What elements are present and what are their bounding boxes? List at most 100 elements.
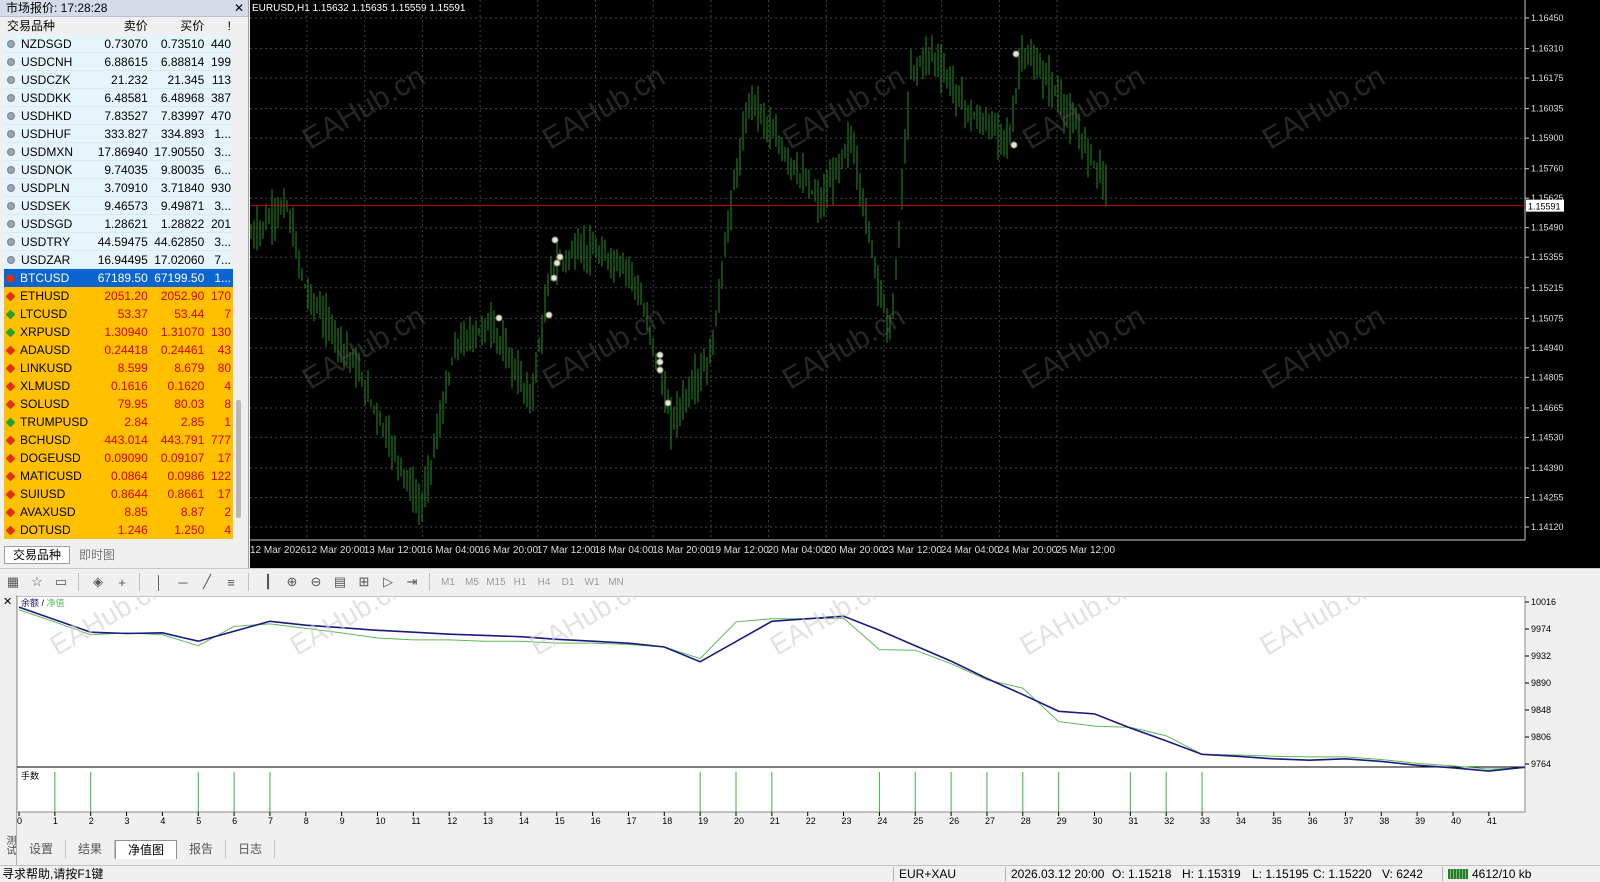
tab-report[interactable]: 报告 [177, 840, 227, 858]
symbol-cell[interactable]: SUIUSD [4, 485, 93, 503]
zoom-out-icon[interactable]: ⊖ [305, 571, 327, 593]
symbol-cell[interactable]: USDHUF [4, 125, 93, 142]
add-object-icon[interactable]: ⊞ [353, 571, 375, 593]
scrollbar-thumb[interactable] [236, 400, 241, 518]
tab-settings[interactable]: 设置 [17, 840, 67, 858]
table-row[interactable]: XRPUSD 1.30940 1.31070 130 [4, 323, 233, 341]
header-spread[interactable]: ! [204, 17, 233, 35]
symbol-cell[interactable]: USDNOK [4, 161, 93, 178]
trade-marker-icon[interactable] [656, 358, 664, 366]
line-icon[interactable]: │ [148, 571, 170, 593]
table-row[interactable]: BCHUSD 443.014 443.791 777 [4, 431, 233, 449]
eraser-icon[interactable]: ◈ [87, 571, 109, 593]
table-row[interactable]: ADAUSD 0.24418 0.24461 43 [4, 341, 233, 359]
price-chart-canvas[interactable]: 1.16450 1.16310 1.16175 1.16035 1.15900 1.157… [250, 0, 1600, 568]
symbol-cell[interactable]: LTCUSD [4, 305, 93, 323]
hline-icon[interactable]: ─ [172, 571, 194, 593]
table-row[interactable]: USDPLN 3.70910 3.71840 930 [4, 179, 233, 197]
tab-symbols[interactable]: 交易品种 [4, 546, 71, 564]
timeframe-h1-button[interactable]: H1 [508, 577, 532, 588]
table-row[interactable]: USDSGD 1.28621 1.28822 201 [4, 215, 233, 233]
table-row[interactable]: USDSEK 9.46573 9.49871 3... [4, 197, 233, 215]
table-row[interactable]: USDMXN 17.86940 17.90550 3... [4, 143, 233, 161]
chart-shift-icon[interactable]: ⇥ [401, 571, 423, 593]
symbol-cell[interactable]: USDTRY [4, 233, 93, 250]
symbol-cell[interactable]: MATICUSD [4, 467, 93, 485]
timeframe-m15-button[interactable]: M15 [484, 577, 508, 588]
trade-marker-icon[interactable] [656, 366, 664, 374]
trade-marker-icon[interactable] [495, 314, 503, 322]
channel-icon[interactable]: ≡ [220, 571, 242, 593]
trade-marker-icon[interactable] [545, 311, 553, 319]
table-row[interactable]: USDDKK 6.48581 6.48968 387 [4, 89, 233, 107]
trade-marker-icon[interactable] [656, 351, 664, 359]
symbol-cell[interactable]: USDMXN [4, 143, 93, 160]
table-row[interactable]: DOTUSD 1.246 1.250 4 [4, 521, 233, 539]
trade-marker-icon[interactable] [1010, 141, 1018, 149]
scrollbar[interactable] [234, 17, 244, 526]
table-row[interactable]: USDHKD 7.83527 7.83997 470 [4, 107, 233, 125]
timeframe-m1-button[interactable]: M1 [436, 577, 460, 588]
crosshair-icon[interactable]: + [111, 571, 133, 593]
table-row[interactable]: SUIUSD 0.8644 0.8661 17 [4, 485, 233, 503]
new-chart-icon[interactable]: ▦ [2, 571, 24, 593]
window-icon[interactable]: ▭ [50, 571, 72, 593]
symbol-cell[interactable]: NZDSGD [4, 35, 93, 52]
symbol-cell[interactable]: ETHUSD [4, 287, 93, 305]
header-ask[interactable]: 买价 [148, 17, 204, 35]
symbol-cell[interactable]: XRPUSD [4, 323, 93, 341]
tab-tick-chart[interactable]: 即时图 [70, 546, 125, 564]
symbol-cell[interactable]: USDSGD [4, 215, 93, 232]
table-row[interactable]: AVAXUSD 8.85 8.87 2 [4, 503, 233, 521]
symbol-cell[interactable]: DOTUSD [4, 521, 93, 539]
profiles-icon[interactable]: ☆ [26, 571, 48, 593]
symbol-cell[interactable]: USDSEK [4, 197, 93, 214]
symbol-cell[interactable]: XLMUSD [4, 377, 93, 395]
table-row[interactable]: XLMUSD 0.1616 0.1620 4 [4, 377, 233, 395]
symbol-cell[interactable]: LINKUSD [4, 359, 93, 377]
table-row[interactable]: USDCNH 6.88615 6.88814 199 [4, 53, 233, 71]
table-row[interactable]: USDZAR 16.94495 17.02060 7... [4, 251, 233, 269]
table-row[interactable]: USDCZK 21.232 21.345 113 [4, 71, 233, 89]
close-icon[interactable]: ✕ [3, 595, 12, 608]
header-symbol[interactable]: 交易品种 [4, 17, 93, 35]
tab-equity-graph[interactable]: 净值图 [115, 840, 178, 859]
table-row[interactable]: BTCUSD 67189.50 67199.50 1... [4, 269, 233, 287]
symbol-cell[interactable]: USDCNH [4, 53, 93, 70]
symbol-cell[interactable]: AVAXUSD [4, 503, 93, 521]
symbol-cell[interactable]: USDDKK [4, 89, 93, 106]
timeframe-w1-button[interactable]: W1 [580, 577, 604, 588]
symbol-cell[interactable]: USDHKD [4, 107, 93, 124]
symbol-cell[interactable]: USDZAR [4, 251, 93, 268]
price-chart[interactable]: 1.16450 1.16310 1.16175 1.16035 1.15900 1.157… [250, 0, 1600, 568]
pencil-icon[interactable]: ╱ [196, 571, 218, 593]
symbol-cell[interactable]: USDCZK [4, 71, 93, 88]
trade-marker-icon[interactable] [551, 236, 559, 244]
table-row[interactable]: LTCUSD 53.37 53.44 7 [4, 305, 233, 323]
tab-results[interactable]: 结果 [66, 840, 116, 858]
period-separator-icon[interactable]: ┃ [257, 571, 279, 593]
tile-icon[interactable]: ▤ [329, 571, 351, 593]
symbol-cell[interactable]: SOLUSD [4, 395, 93, 413]
symbol-cell[interactable]: DOGEUSD [4, 449, 93, 467]
table-row[interactable]: DOGEUSD 0.09090 0.09107 17 [4, 449, 233, 467]
timeframe-m5-button[interactable]: M5 [460, 577, 484, 588]
table-row[interactable]: NZDSGD 0.73070 0.73510 440 [4, 35, 233, 53]
timeframe-mn-button[interactable]: MN [604, 577, 628, 588]
symbol-cell[interactable]: TRUMPUSD [4, 413, 93, 431]
symbol-cell[interactable]: USDPLN [4, 179, 93, 196]
table-row[interactable]: SOLUSD 79.95 80.03 8 [4, 395, 233, 413]
table-row[interactable]: USDNOK 9.74035 9.80035 6... [4, 161, 233, 179]
timeframe-h4-button[interactable]: H4 [532, 577, 556, 588]
trade-marker-icon[interactable] [556, 253, 564, 261]
trade-marker-icon[interactable] [664, 399, 672, 407]
header-bid[interactable]: 卖价 [93, 17, 148, 35]
autoscroll-icon[interactable]: ▷ [377, 571, 399, 593]
table-row[interactable]: LINKUSD 8.599 8.679 80 [4, 359, 233, 377]
trade-marker-icon[interactable] [1012, 50, 1020, 58]
table-row[interactable]: USDHUF 333.827 334.893 1... [4, 125, 233, 143]
table-row[interactable]: TRUMPUSD 2.84 2.85 1 [4, 413, 233, 431]
tab-journal[interactable]: 日志 [226, 840, 276, 858]
symbol-cell[interactable]: ADAUSD [4, 341, 93, 359]
symbol-cell[interactable]: BCHUSD [4, 431, 93, 449]
